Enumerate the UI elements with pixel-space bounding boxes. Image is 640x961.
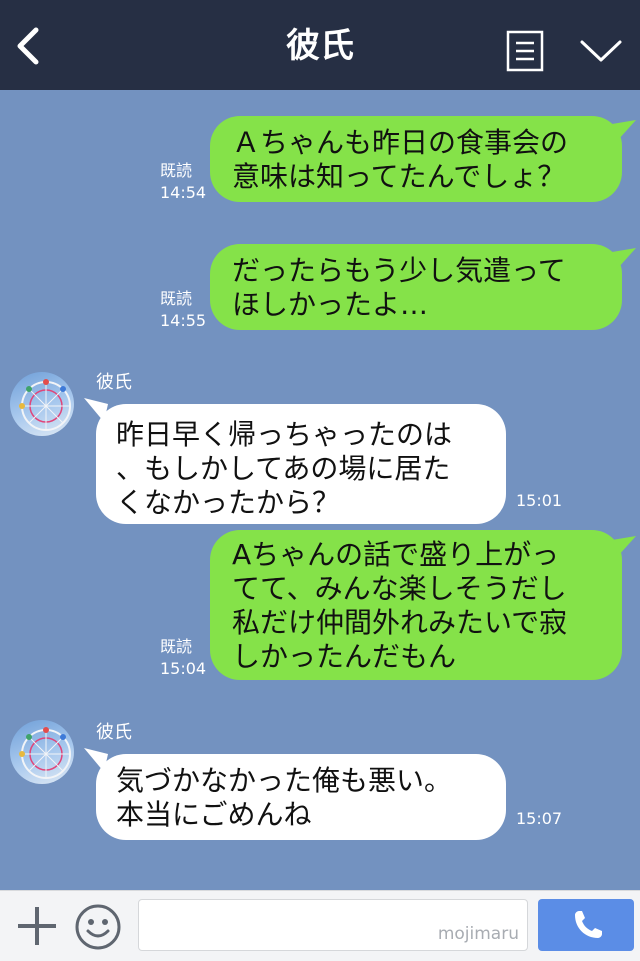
chat-title: 彼氏 (286, 26, 354, 66)
add-button[interactable] (14, 903, 60, 949)
message-bubble[interactable]: だったらもう少し気遣って ほしかったよ… (210, 244, 622, 330)
chat-header: 彼氏 (0, 0, 640, 90)
plus-icon (18, 907, 56, 945)
avatar[interactable] (10, 720, 74, 784)
read-receipt: 既読 (160, 289, 193, 308)
sender-name: 彼氏 (96, 372, 132, 393)
ferris-wheel-icon (19, 727, 71, 779)
chat-area[interactable]: 既読 14:54 Ａちゃんも昨日の食事会の 意味は知ってたんでしょ？ 既読 14… (0, 90, 640, 890)
ferris-wheel-icon (19, 379, 71, 431)
call-button[interactable] (538, 899, 634, 951)
message-time: 15:07 (516, 809, 563, 828)
bubble-tail (612, 248, 636, 268)
message-bubble[interactable]: 気づかなかった俺も悪い。 本当にごめんね (96, 754, 506, 840)
emoji-button[interactable] (74, 903, 122, 951)
message-input[interactable]: mojimaru (138, 899, 528, 951)
read-receipt: 既読 (160, 637, 193, 656)
avatar[interactable] (10, 372, 74, 436)
message-bubble[interactable]: 昨日早く帰っちゃったのは 、もしかしてあの場に居た くなかったから？ (96, 404, 506, 524)
input-bar: mojimaru (0, 890, 640, 961)
list-icon (506, 30, 544, 72)
message-time: 14:55 (160, 311, 207, 330)
menu-button[interactable] (506, 30, 544, 72)
message-time: 14:54 (160, 183, 207, 202)
watermark-text: mojimaru (437, 924, 519, 944)
smiley-icon (75, 904, 121, 950)
phone-icon (575, 911, 602, 938)
message-bubble[interactable]: Aちゃんの話で盛り上がっ てて、みんな楽しそうだし 私だけ仲間外れみたいで寂 し… (210, 530, 622, 680)
message-time: 15:01 (516, 491, 563, 510)
message-bubble[interactable]: Ａちゃんも昨日の食事会の 意味は知ってたんでしょ？ (210, 116, 622, 202)
bubble-tail (612, 536, 636, 556)
dropdown-button[interactable] (578, 36, 624, 66)
read-receipt: 既読 (160, 161, 193, 180)
chevron-down-icon (580, 40, 622, 62)
message-time: 15:04 (160, 659, 207, 678)
sender-name: 彼氏 (96, 722, 132, 743)
bubble-tail (612, 120, 636, 140)
